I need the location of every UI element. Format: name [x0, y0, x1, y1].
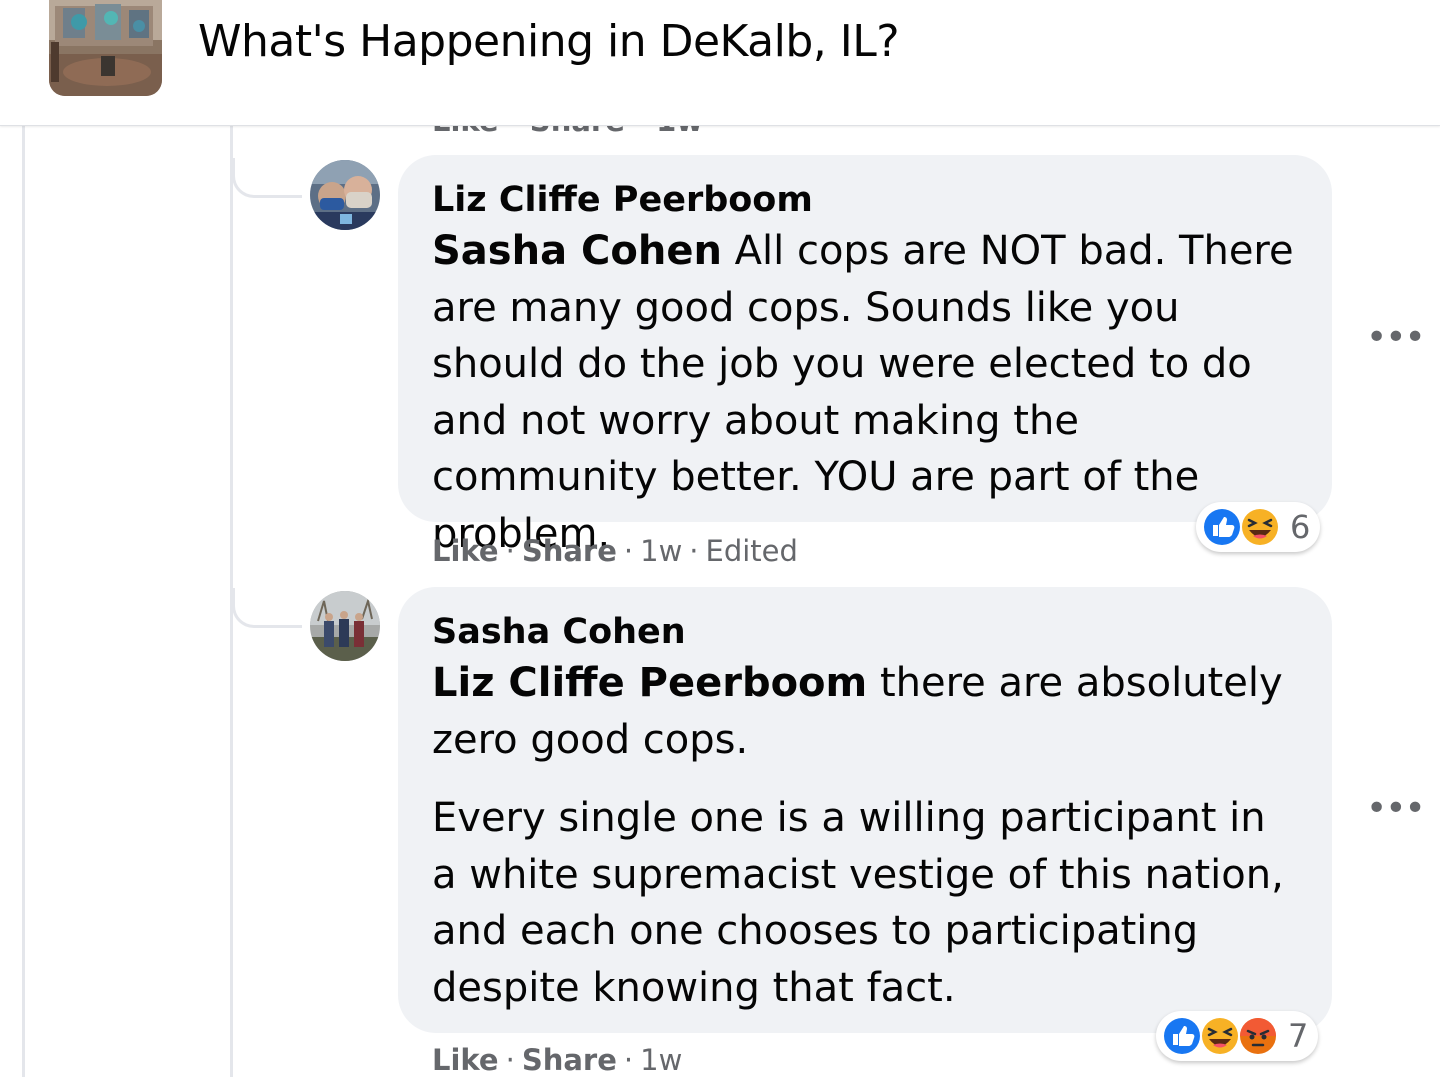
- comment-bubble: Sasha Cohen Liz Cliffe Peerboom there ar…: [398, 587, 1332, 1033]
- haha-icon: [1240, 507, 1280, 547]
- avatar[interactable]: [310, 160, 380, 230]
- feed-left-border: [22, 126, 25, 1077]
- comment-mention[interactable]: Liz Cliffe Peerboom: [432, 660, 867, 706]
- group-header: What's Happening in DeKalb, IL?: [0, 0, 1440, 126]
- more-options-icon[interactable]: •••: [1366, 320, 1426, 356]
- group-title[interactable]: What's Happening in DeKalb, IL?: [198, 14, 900, 70]
- more-options-icon[interactable]: •••: [1366, 791, 1426, 827]
- comment-timestamp[interactable]: 1w: [640, 1043, 682, 1077]
- reply-connector: [232, 588, 302, 628]
- comment-bubble: Liz Cliffe Peerboom Sasha Cohen All cops…: [398, 155, 1332, 557]
- like-action[interactable]: Like: [432, 534, 499, 568]
- comment-paragraph: Every single one is a willing participan…: [432, 795, 1284, 1011]
- like-action[interactable]: Like: [432, 1043, 499, 1077]
- reactions-summary[interactable]: 6: [1196, 502, 1321, 552]
- reaction-count: 6: [1290, 508, 1311, 546]
- avatar[interactable]: [310, 591, 380, 661]
- share-action[interactable]: Share: [522, 1043, 617, 1077]
- comment-author[interactable]: Liz Cliffe Peerboom: [432, 177, 1298, 223]
- comment-text: Liz Cliffe Peerboom there are absolutely…: [432, 655, 1298, 768]
- edited-label[interactable]: Edited: [706, 534, 798, 568]
- comment-timestamp[interactable]: 1w: [640, 534, 682, 568]
- comment-paragraph: All cops are NOT bad. There are many goo…: [432, 228, 1294, 557]
- angry-icon: [1238, 1016, 1278, 1056]
- comment-text: Sasha Cohen All cops are NOT bad. There …: [432, 223, 1298, 562]
- comment-actions: Like · Share · 1w · Edited: [432, 534, 798, 568]
- comment-author[interactable]: Sasha Cohen: [432, 609, 1298, 655]
- reactions-summary[interactable]: 7: [1156, 1011, 1319, 1061]
- reaction-count: 7: [1288, 1017, 1309, 1055]
- reply-connector: [232, 158, 302, 198]
- comment-actions: Like · Share · 1w: [432, 1043, 683, 1077]
- share-action[interactable]: Share: [522, 534, 617, 568]
- group-cover-thumbnail[interactable]: [49, 0, 162, 96]
- comment-mention[interactable]: Sasha Cohen: [432, 228, 722, 274]
